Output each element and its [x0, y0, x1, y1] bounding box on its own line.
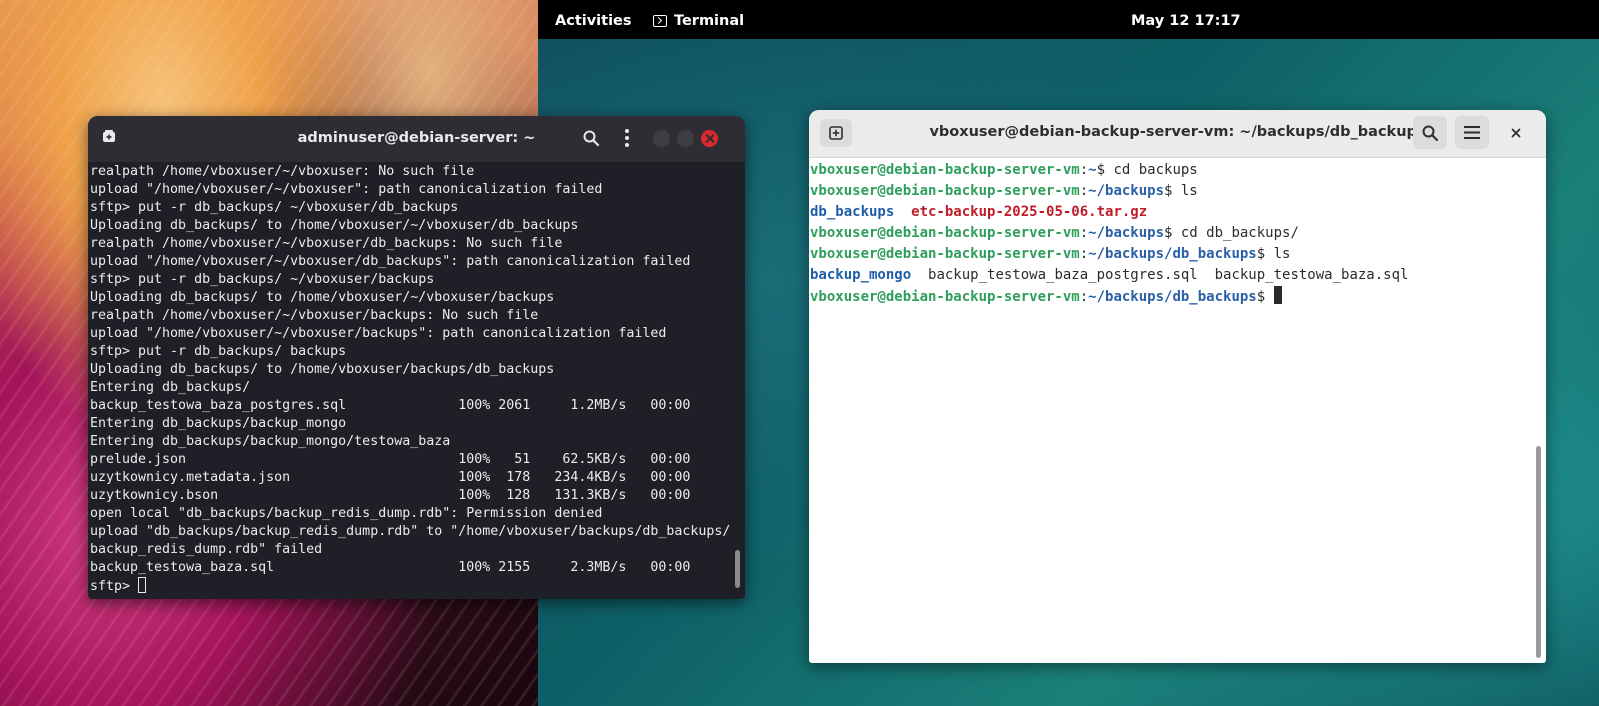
terminal-line: vboxuser@debian-backup-server-vm:~/backu… [810, 183, 1198, 199]
right-terminal-output[interactable]: vboxuser@debian-backup-server-vm:~$ cd b… [810, 160, 1532, 663]
ls-archive: etc-backup-2025-05-06.tar.gz [911, 204, 1148, 220]
terminal-line: Uploading db_backups/ to /home/vboxuser/… [90, 290, 555, 305]
ls-directory: db_backups [810, 204, 895, 220]
scrollbar-thumb[interactable] [1536, 446, 1541, 658]
terminal-line: backup_testowa_baza_postgres.sql 100% 20… [90, 398, 691, 413]
terminal-line: Entering db_backups/backup_mongo [90, 416, 347, 431]
maximize-button[interactable] [677, 130, 694, 147]
terminal-line: upload "/home/vboxuser/~/vboxuser/backup… [90, 326, 667, 341]
prompt-path: ~/backups/db_backups [1088, 246, 1257, 262]
sftp-prompt: sftp> [90, 579, 139, 594]
right-terminal-headerbar[interactable]: vboxuser@debian-backup-server-vm: ~/back… [809, 110, 1546, 158]
terminal-line: sftp> put -r db_backups/ ~/vboxuser/db_b… [90, 200, 459, 215]
terminal-line: realpath /home/vboxuser/~/vboxuser/db_ba… [90, 236, 563, 251]
prompt-user-host: vboxuser@debian-backup-server-vm [810, 246, 1080, 262]
prompt-user-host: vboxuser@debian-backup-server-vm [810, 289, 1080, 305]
terminal-line: backup_mongo backup_testowa_baza_postgre… [810, 265, 1532, 286]
command: $ cd backups [1096, 162, 1198, 178]
right-terminal-window[interactable]: vboxuser@debian-backup-server-vm: ~/back… [809, 110, 1546, 663]
prompt-path: ~/backups [1088, 225, 1165, 241]
ls-directory: backup_mongo [810, 267, 912, 283]
command: $ cd db_backups/ [1164, 225, 1299, 241]
terminal-line: backup_testowa_baza.sql 100% 2155 2.3MB/… [90, 560, 691, 575]
terminal-line: vboxuser@debian-backup-server-vm:~/backu… [810, 225, 1299, 241]
prompt-user-host: vboxuser@debian-backup-server-vm [810, 183, 1080, 199]
terminal-line: sftp> put -r db_backups/ ~/vboxuser/back… [90, 272, 435, 287]
app-menu[interactable]: Terminal [653, 13, 744, 29]
command: $ ls [1256, 246, 1291, 262]
terminal-line: Uploading db_backups/ to /home/vboxuser/… [90, 362, 555, 377]
terminal-line: Entering db_backups/ [90, 380, 251, 395]
terminal-line: prelude.json 100% 51 62.5KB/s 00:00 [90, 452, 691, 467]
scrollbar-thumb[interactable] [735, 550, 740, 588]
terminal-line: upload "/home/vboxuser/~/vboxuser": path… [90, 182, 603, 197]
close-icon[interactable] [1502, 119, 1530, 147]
terminal-line: uzytkownicy.bson 100% 128 131.3KB/s 00:0… [90, 488, 691, 503]
command: $ ls [1164, 183, 1198, 199]
terminal-line: sftp> put -r db_backups/ backups [90, 344, 347, 359]
hamburger-menu-icon [1464, 126, 1480, 139]
terminal-line: upload "db_backups/backup_redis_dump.rdb… [90, 524, 731, 539]
terminal-prompt-line[interactable]: sftp> [90, 577, 731, 596]
prompt-path: ~ [1088, 162, 1097, 178]
terminal-line: upload "/home/vboxuser/~/vboxuser/db_bac… [90, 254, 691, 269]
left-terminal-window[interactable]: adminuser@debian-server: ~ realpath /hom… [88, 116, 745, 599]
terminal-line: Entering db_backups/backup_mongo/testowa… [90, 434, 451, 449]
minimize-button[interactable] [653, 130, 670, 147]
prompt-user-host: vboxuser@debian-backup-server-vm [810, 162, 1080, 178]
activities-button[interactable]: Activities [555, 13, 632, 29]
prompt-path: ~/backups [1088, 183, 1165, 199]
terminal-line: realpath /home/vboxuser/~/vboxuser/backu… [90, 308, 539, 323]
terminal-line: backup_redis_dump.rdb" failed [90, 542, 323, 557]
search-icon [1422, 125, 1439, 142]
terminal-line: realpath /home/vboxuser/~/vboxuser: No s… [90, 164, 475, 179]
terminal-line: Uploading db_backups/ to /home/vboxuser/… [90, 218, 579, 233]
cursor [1273, 286, 1282, 304]
prompt-path: ~/backups/db_backups [1088, 289, 1257, 305]
terminal-line: vboxuser@debian-backup-server-vm:~$ cd b… [810, 162, 1198, 178]
close-button[interactable] [701, 130, 718, 147]
cursor [138, 577, 147, 593]
search-icon[interactable] [582, 129, 600, 147]
left-terminal-title: adminuser@debian-server: ~ [297, 130, 536, 146]
kebab-menu-icon[interactable] [624, 128, 630, 148]
terminal-line: vboxuser@debian-backup-server-vm:~/backu… [810, 246, 1291, 262]
left-terminal-headerbar[interactable]: adminuser@debian-server: ~ [88, 116, 745, 162]
search-button[interactable] [1413, 116, 1447, 149]
terminal-line: uzytkownicy.metadata.json 100% 178 234.4… [90, 470, 691, 485]
ls-files: backup_testowa_baza_postgres.sql backup_… [928, 267, 1409, 283]
terminal-line: open local "db_backups/backup_redis_dump… [90, 506, 603, 521]
prompt-user-host: vboxuser@debian-backup-server-vm [810, 225, 1080, 241]
command: $ [1256, 289, 1274, 305]
terminal-line: db_backups etc-backup-2025-05-06.tar.gz [810, 202, 1532, 223]
main-menu-button[interactable] [1455, 116, 1489, 149]
terminal-icon [653, 15, 667, 27]
top-bar: Activities Terminal May 12 17:17 [538, 0, 1599, 39]
app-menu-label: Terminal [674, 13, 745, 29]
terminal-prompt-line[interactable]: vboxuser@debian-backup-server-vm:~/backu… [810, 286, 1532, 308]
left-terminal-output[interactable]: realpath /home/vboxuser/~/vboxuser: No s… [90, 163, 731, 599]
clock[interactable]: May 12 17:17 [1131, 13, 1241, 29]
